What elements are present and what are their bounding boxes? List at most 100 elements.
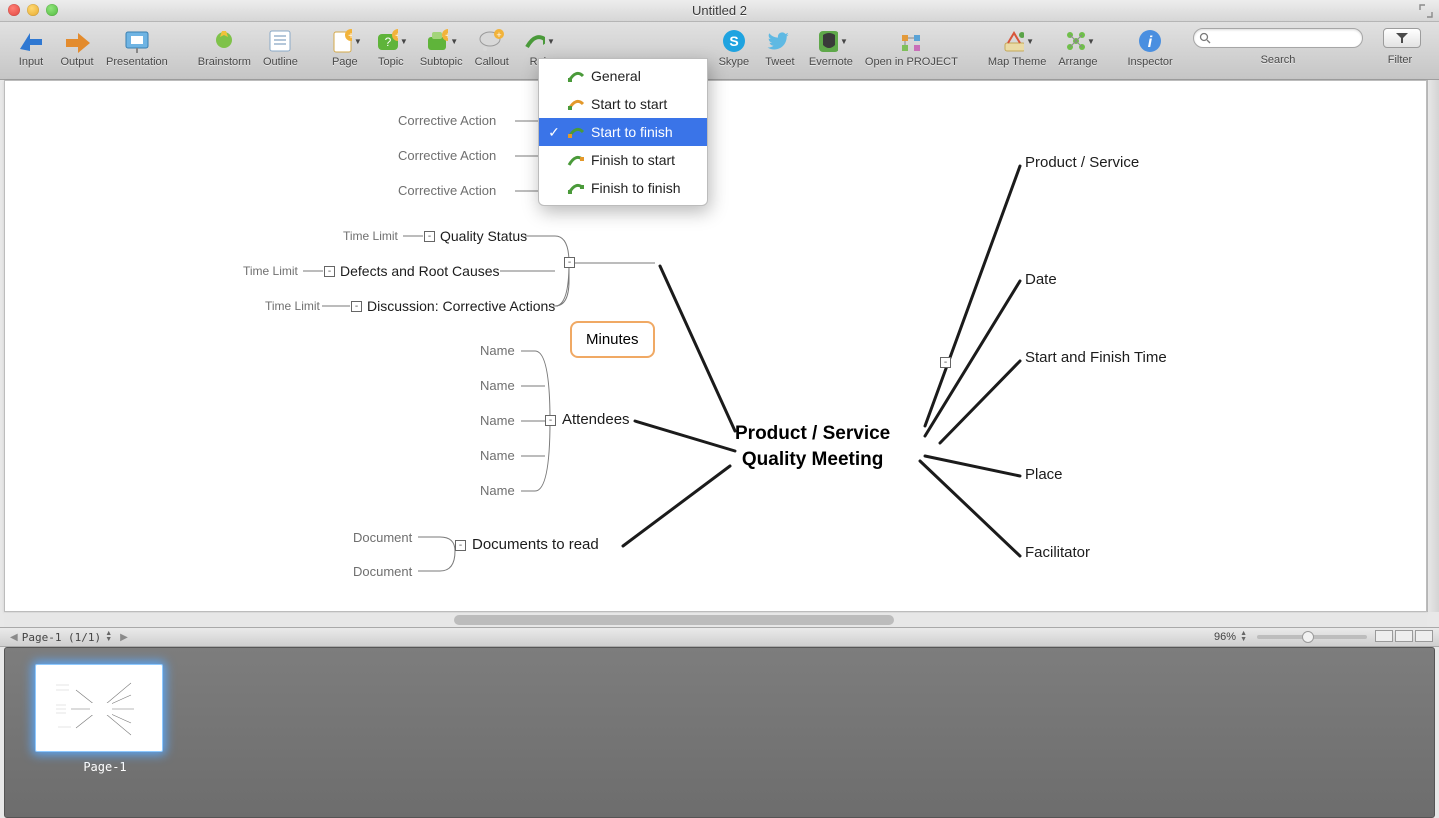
skype-button[interactable]: S Skype — [711, 22, 757, 68]
subtopic-button[interactable]: +▼ Subtopic — [414, 22, 469, 68]
relation-ss-icon — [567, 95, 585, 113]
inspector-button[interactable]: i Inspector — [1121, 22, 1178, 68]
open-in-project-button[interactable]: Open in PROJECT — [859, 22, 964, 68]
close-window-button[interactable] — [8, 4, 20, 16]
collapse-toggle[interactable]: - — [545, 415, 556, 426]
topic-button[interactable]: ?+▼ Topic — [368, 22, 414, 68]
subtopic-icon: +▼ — [424, 26, 458, 56]
search-icon — [1199, 32, 1211, 44]
fullscreen-icon[interactable] — [1419, 4, 1433, 18]
page-label: Page-1 (1/1) — [22, 631, 101, 644]
dropdown-item-general[interactable]: ✓ General — [539, 62, 707, 90]
minutes-topic[interactable]: Minutes — [570, 321, 655, 358]
time-limit-2[interactable]: Time Limit — [243, 264, 298, 278]
attendee-1[interactable]: Name — [480, 343, 515, 358]
titlebar: Untitled 2 — [0, 0, 1439, 22]
outline-button[interactable]: Outline — [257, 22, 304, 68]
dropdown-item-start-to-finish[interactable]: ✓ Start to finish — [539, 118, 707, 146]
dropdown-item-start-to-start[interactable]: ✓ Start to start — [539, 90, 707, 118]
filter-button[interactable] — [1383, 28, 1421, 48]
relation-sf-icon — [567, 123, 585, 141]
callout-button[interactable]: + Callout — [469, 22, 515, 68]
relation-general-icon — [567, 67, 585, 85]
horizontal-scrollbar[interactable] — [4, 613, 1427, 627]
evernote-button[interactable]: ▼ Evernote — [803, 22, 859, 68]
prev-page-button[interactable]: ◀ — [10, 632, 18, 643]
search-input[interactable] — [1193, 28, 1363, 48]
tweet-button[interactable]: Tweet — [757, 22, 803, 68]
collapse-toggle[interactable]: - — [424, 231, 435, 242]
date-topic[interactable]: Date — [1025, 271, 1057, 288]
dropdown-item-finish-to-finish[interactable]: ✓ Finish to finish — [539, 174, 707, 202]
time-limit-3[interactable]: Time Limit — [265, 299, 320, 313]
collapse-toggle[interactable]: - — [940, 357, 951, 368]
outline-icon — [263, 26, 297, 56]
place-topic[interactable]: Place — [1025, 466, 1063, 483]
zoom-slider[interactable] — [1257, 635, 1367, 639]
attendee-4[interactable]: Name — [480, 448, 515, 463]
mindmap-lines — [5, 81, 1426, 611]
page-thumbnails-panel: Page-1 — [4, 647, 1435, 818]
collapse-toggle[interactable]: - — [564, 257, 575, 268]
search-field-wrap: Search — [1187, 22, 1369, 66]
svg-text:S: S — [729, 33, 738, 49]
page-button[interactable]: +▼ Page — [322, 22, 368, 68]
documents-topic[interactable]: Documents to read — [472, 536, 599, 553]
page-status-bar: ◀ Page-1 (1/1) ▲▼ ▶ 96% ▲▼ — [0, 627, 1439, 647]
window-controls — [8, 4, 58, 16]
relation-icon: ▼ — [521, 26, 555, 56]
thumbnail-preview — [35, 664, 163, 752]
discussion-corrective-actions[interactable]: Discussion: Corrective Actions — [367, 298, 555, 314]
collapse-toggle[interactable]: - — [351, 301, 362, 312]
document-2[interactable]: Document — [353, 564, 412, 579]
brainstorm-icon — [207, 26, 241, 56]
attendee-5[interactable]: Name — [480, 483, 515, 498]
toolbar: Input Output Presentation Brainstorm Out… — [0, 22, 1439, 80]
minimize-window-button[interactable] — [27, 4, 39, 16]
window-title: Untitled 2 — [0, 0, 1439, 22]
evernote-icon: ▼ — [814, 26, 848, 56]
corrective-action-3[interactable]: Corrective Action — [398, 183, 496, 198]
open-in-project-icon — [894, 26, 928, 56]
defects-root-causes[interactable]: Defects and Root Causes — [340, 263, 500, 279]
relation-fs-icon — [567, 151, 585, 169]
time-limit-1[interactable]: Time Limit — [343, 229, 398, 243]
center-topic[interactable]: Product / Service Quality Meeting — [735, 421, 890, 472]
filter-icon — [1395, 32, 1409, 44]
attendee-2[interactable]: Name — [480, 378, 515, 393]
canvas[interactable]: Product / Service Quality Meeting Minute… — [4, 80, 1427, 612]
skype-icon: S — [717, 26, 751, 56]
collapse-toggle[interactable]: - — [324, 266, 335, 277]
product-service-topic[interactable]: Product / Service — [1025, 154, 1139, 171]
dropdown-item-finish-to-start[interactable]: ✓ Finish to start — [539, 146, 707, 174]
facilitator-topic[interactable]: Facilitator — [1025, 544, 1090, 561]
vertical-scrollbar[interactable] — [1427, 80, 1439, 612]
document-1[interactable]: Document — [353, 530, 412, 545]
presentation-button[interactable]: Presentation — [100, 22, 174, 68]
output-button[interactable]: Output — [54, 22, 100, 68]
tweet-icon — [763, 26, 797, 56]
page-stepper[interactable]: ▲▼ — [105, 631, 112, 643]
map-theme-icon: ▼ — [1000, 26, 1034, 56]
corrective-action-1[interactable]: Corrective Action — [398, 113, 496, 128]
attendees-topic[interactable]: Attendees — [562, 411, 630, 428]
svg-text:?: ? — [384, 35, 391, 49]
page-thumbnail-1[interactable]: Page-1 — [35, 664, 175, 774]
zoom-label: 96% — [1214, 631, 1236, 643]
thumbnail-caption: Page-1 — [35, 760, 175, 774]
attendee-3[interactable]: Name — [480, 413, 515, 428]
svg-text:+: + — [496, 30, 501, 40]
collapse-toggle[interactable]: - — [455, 540, 466, 551]
quality-status[interactable]: Quality Status — [440, 228, 527, 244]
brainstorm-button[interactable]: Brainstorm — [192, 22, 257, 68]
corrective-action-2[interactable]: Corrective Action — [398, 148, 496, 163]
zoom-stepper[interactable]: ▲▼ — [1240, 631, 1247, 643]
view-mode-buttons[interactable] — [1373, 630, 1433, 645]
input-button[interactable]: Input — [8, 22, 54, 68]
zoom-window-button[interactable] — [46, 4, 58, 16]
map-theme-button[interactable]: ▼ Map Theme — [982, 22, 1053, 68]
arrange-button[interactable]: ▼ Arrange — [1052, 22, 1103, 68]
output-icon — [60, 26, 94, 56]
next-page-button[interactable]: ▶ — [120, 632, 128, 643]
start-finish-time-topic[interactable]: Start and Finish Time — [1025, 349, 1167, 366]
